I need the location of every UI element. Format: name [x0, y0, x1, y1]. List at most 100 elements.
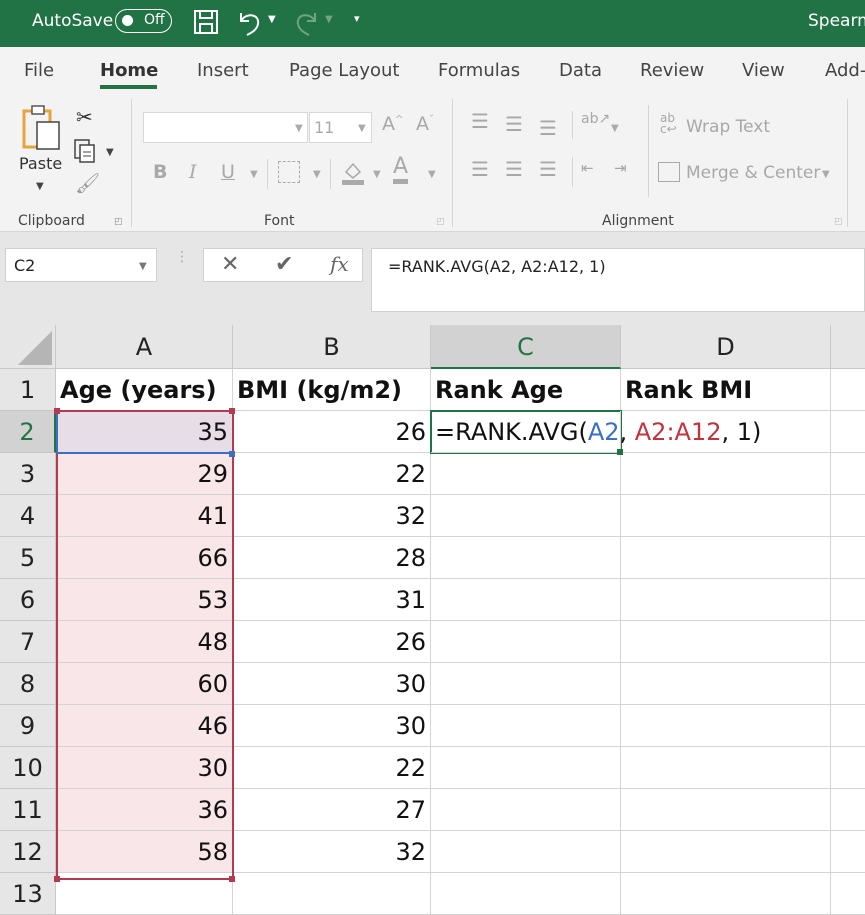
font-launcher-icon[interactable]: ◰ — [436, 217, 445, 227]
cell-b7[interactable]: 26 — [233, 621, 431, 663]
name-box-dropdown-icon[interactable]: ▼ — [139, 261, 147, 272]
copy-dropdown-icon[interactable]: ▼ — [106, 147, 114, 158]
cell-c6[interactable] — [431, 579, 621, 621]
font-color-icon[interactable]: A — [393, 155, 409, 184]
cell-d3[interactable] — [621, 453, 831, 495]
font-name-box[interactable] — [143, 112, 308, 143]
cell-b13[interactable] — [233, 873, 431, 915]
insert-function-icon[interactable]: fx — [330, 252, 349, 276]
range-resize-handle[interactable] — [54, 408, 60, 414]
orientation-icon[interactable]: ab↗ — [581, 111, 610, 127]
alignment-launcher-icon[interactable]: ◰ — [834, 217, 843, 227]
cell-d13[interactable] — [621, 873, 831, 915]
cell-b6[interactable]: 31 — [233, 579, 431, 621]
row-header-7[interactable]: 7 — [0, 621, 56, 663]
range-resize-handle[interactable] — [229, 451, 235, 457]
merge-center-dropdown-icon[interactable]: ▼ — [822, 169, 830, 180]
undo-dropdown-icon[interactable]: ▼ — [268, 14, 276, 25]
cell-c4[interactable] — [431, 495, 621, 537]
tab-formulas[interactable]: Formulas — [438, 60, 520, 81]
cell-d5[interactable] — [621, 537, 831, 579]
cell-d7[interactable] — [621, 621, 831, 663]
cell-d12[interactable] — [621, 831, 831, 873]
increase-font-size-icon[interactable]: A^ — [382, 113, 403, 135]
column-header-d[interactable]: D — [621, 325, 831, 369]
cell-d11[interactable] — [621, 789, 831, 831]
cell-c9[interactable] — [431, 705, 621, 747]
orientation-dropdown-icon[interactable]: ▼ — [611, 123, 619, 134]
column-header-e[interactable] — [831, 325, 865, 369]
fill-handle[interactable] — [617, 449, 623, 455]
tab-view[interactable]: View — [742, 60, 785, 81]
tab-data[interactable]: Data — [559, 60, 602, 81]
row-header-1[interactable]: 1 — [0, 369, 56, 411]
align-right-icon[interactable]: ☰ — [539, 157, 557, 181]
top-align-icon[interactable]: ☰ — [471, 109, 489, 133]
row-header-8[interactable]: 8 — [0, 663, 56, 705]
cell-c3[interactable] — [431, 453, 621, 495]
paste-icon[interactable] — [20, 103, 64, 155]
cell-c12[interactable] — [431, 831, 621, 873]
undo-icon[interactable] — [236, 9, 264, 41]
cell-b1[interactable]: BMI (kg/m2) — [233, 369, 431, 411]
cell-e9[interactable] — [831, 705, 865, 747]
cell-d1[interactable]: Rank BMI — [621, 369, 831, 411]
cell-c8[interactable] — [431, 663, 621, 705]
cell-b9[interactable]: 30 — [233, 705, 431, 747]
cell-b5[interactable]: 28 — [233, 537, 431, 579]
borders-dropdown-icon[interactable]: ▼ — [313, 169, 321, 180]
range-resize-handle[interactable] — [229, 876, 235, 882]
cell-b4[interactable]: 32 — [233, 495, 431, 537]
copy-icon[interactable] — [73, 138, 99, 168]
cell-e10[interactable] — [831, 747, 865, 789]
cell-e7[interactable] — [831, 621, 865, 663]
enter-icon[interactable]: ✔ — [275, 252, 293, 277]
tab-page-layout[interactable]: Page Layout — [289, 60, 400, 81]
cell-b2[interactable]: 26 — [233, 411, 431, 453]
decrease-font-size-icon[interactable]: Aˇ — [416, 113, 434, 135]
cell-e8[interactable] — [831, 663, 865, 705]
cell-e11[interactable] — [831, 789, 865, 831]
save-icon[interactable] — [193, 9, 219, 39]
fill-color-dropdown-icon[interactable]: ▼ — [373, 169, 381, 180]
row-header-10[interactable]: 10 — [0, 747, 56, 789]
format-painter-icon[interactable]: 🖌 — [75, 171, 100, 195]
bottom-align-icon[interactable]: ☰ — [539, 116, 557, 140]
cell-e13[interactable] — [831, 873, 865, 915]
cell-c13[interactable] — [431, 873, 621, 915]
cell-c2[interactable]: =RANK.AVG(A2, A2:A12, 1) — [431, 411, 761, 453]
tab-add-ins[interactable]: Add- — [825, 60, 865, 81]
range-resize-handle[interactable] — [54, 876, 60, 882]
cell-b3[interactable]: 22 — [233, 453, 431, 495]
decrease-indent-icon[interactable]: ⇤ — [581, 159, 594, 177]
row-header-5[interactable]: 5 — [0, 537, 56, 579]
row-header-2[interactable]: 2 — [0, 411, 56, 453]
clipboard-launcher-icon[interactable]: ◰ — [114, 217, 123, 227]
cell-c1[interactable]: Rank Age — [431, 369, 621, 411]
borders-icon[interactable] — [278, 161, 300, 183]
cell-c10[interactable] — [431, 747, 621, 789]
middle-align-icon[interactable]: ☰ — [505, 112, 523, 136]
row-header-13[interactable]: 13 — [0, 873, 56, 915]
row-header-11[interactable]: 11 — [0, 789, 56, 831]
customize-qat-icon[interactable]: ▾ — [354, 12, 360, 25]
cell-d10[interactable] — [621, 747, 831, 789]
cell-e3[interactable] — [831, 453, 865, 495]
merge-center-button[interactable]: Merge & Center — [686, 163, 820, 183]
cell-b10[interactable]: 22 — [233, 747, 431, 789]
name-box[interactable]: C2 — [5, 248, 157, 282]
tab-insert[interactable]: Insert — [197, 60, 249, 81]
increase-indent-icon[interactable]: ⇥ — [614, 159, 627, 177]
underline-button[interactable]: U — [221, 161, 235, 183]
cell-d8[interactable] — [621, 663, 831, 705]
cell-e2[interactable] — [831, 411, 865, 453]
cancel-icon[interactable]: ✕ — [221, 252, 239, 277]
cell-d9[interactable] — [621, 705, 831, 747]
font-size-dropdown-icon[interactable]: ▼ — [358, 123, 366, 134]
column-header-a[interactable]: A — [56, 325, 233, 369]
cell-b12[interactable]: 32 — [233, 831, 431, 873]
cell-e4[interactable] — [831, 495, 865, 537]
row-header-6[interactable]: 6 — [0, 579, 56, 621]
row-header-9[interactable]: 9 — [0, 705, 56, 747]
cut-icon[interactable]: ✂ — [76, 105, 93, 129]
